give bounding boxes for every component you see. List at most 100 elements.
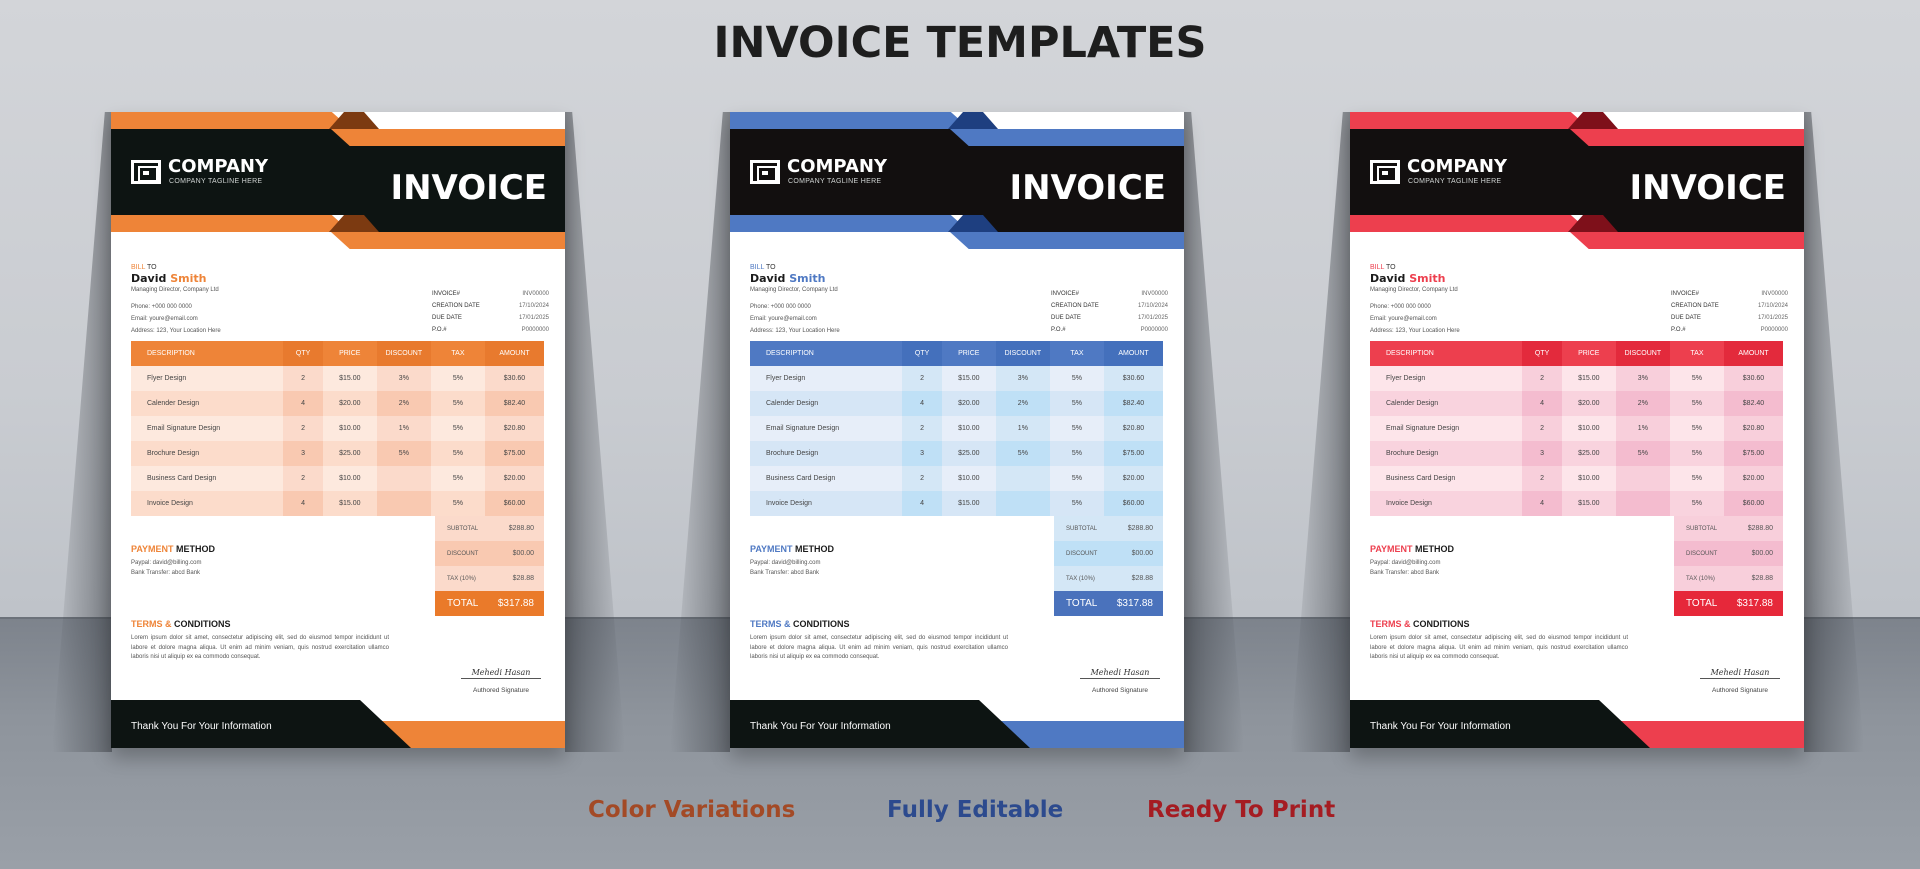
table-cell: $25.00	[322, 441, 377, 466]
table-cell: $30.60	[1723, 366, 1783, 391]
company-logo-icon	[750, 160, 780, 184]
table-cell: $10.00	[1561, 416, 1616, 441]
table-cell	[995, 491, 1050, 516]
client-contact: Phone: +000 000 0000 Email: youre@email.…	[1370, 301, 1460, 337]
table-cell: Calender Design	[1370, 391, 1523, 416]
footer-text: Thank You For Your Information	[750, 721, 891, 732]
totals-value: $28.88	[1751, 575, 1773, 582]
totals-row: TAX (10%) $28.88	[1674, 566, 1783, 591]
payment-info: Paypal: david@billing.com Bank Transfer:…	[750, 558, 820, 578]
invoice-card-blue: COMPANY COMPANY TAGLINE HERE INVOICE BIL…	[730, 112, 1184, 748]
table-cell: $60.00	[1103, 491, 1163, 516]
table-cell: Flyer Design	[131, 366, 284, 391]
table-cell: 5%	[1049, 366, 1104, 391]
header-accent-stripe	[1570, 232, 1804, 249]
payment-bank: Bank Transfer: abcd Bank	[1370, 570, 1440, 576]
meta-value: 17/10/2024	[518, 303, 549, 309]
table-row: Email Signature Design 2 $10.00 1% 5% $20.80	[131, 416, 544, 441]
signature-scribble: Mehedi Hasan	[461, 668, 541, 679]
column-header: PRICE	[1561, 341, 1616, 366]
meta-row: P.O.# P0000000	[1671, 324, 1788, 336]
terms-text: Lorem ipsum dolor sit amet, consectetur …	[750, 635, 1008, 660]
meta-value: INV00000	[1141, 291, 1168, 297]
table-cell: Calender Design	[131, 391, 284, 416]
table-cell: 5%	[1049, 466, 1104, 491]
totals-row: TAX (10%) $28.88	[1054, 566, 1163, 591]
totals-block: SUBTOTAL $288.80 DISCOUNT $00.00 TAX (10%) $2…	[1674, 516, 1783, 616]
totals-label: SUBTOTAL	[1066, 525, 1098, 532]
table-cell: 5%	[1049, 416, 1104, 441]
line-items-table: DESCRIPTION QTY PRICE DISCOUNT TAX AMOUNT Fly…	[131, 341, 544, 516]
client-role: Managing Director, Company Ltd	[1370, 287, 1458, 293]
totals-value: $28.88	[512, 575, 534, 582]
table-cell: $20.00	[941, 391, 996, 416]
meta-row: DUE DATE 17/01/2025	[1671, 312, 1788, 324]
tagline-fully-editable: Fully Editable	[887, 797, 1064, 823]
company-name: COMPANY	[787, 156, 887, 177]
terms-text: Lorem ipsum dolor sit amet, consectetur …	[1370, 635, 1628, 660]
meta-row: INVOICE# INV00000	[1671, 288, 1788, 300]
column-header: DISCOUNT	[376, 341, 431, 366]
paper-shadow	[1184, 112, 1244, 752]
table-row: Flyer Design 2 $15.00 3% 5% $30.60	[750, 366, 1163, 391]
meta-label: DUE DATE	[1671, 315, 1701, 321]
table-cell: $25.00	[941, 441, 996, 466]
column-header: TAX	[430, 341, 485, 366]
table-cell: Invoice Design	[131, 491, 284, 516]
totals-row: DISCOUNT $00.00	[435, 541, 544, 566]
table-cell: $30.60	[1103, 366, 1163, 391]
payment-paypal: Paypal: david@billing.com	[1370, 560, 1441, 566]
meta-value: 17/10/2024	[1757, 303, 1788, 309]
totals-value: $288.80	[1127, 525, 1153, 532]
column-header: TAX	[1669, 341, 1724, 366]
table-row: Brochure Design 3 $25.00 5% 5% $75.00	[131, 441, 544, 466]
meta-row: CREATION DATE 17/10/2024	[1671, 300, 1788, 312]
meta-row: INVOICE# INV00000	[432, 288, 549, 300]
totals-label: DISCOUNT	[1686, 550, 1718, 557]
table-cell: Calender Design	[750, 391, 903, 416]
grand-total-row: TOTAL $317.88	[1674, 591, 1783, 616]
table-cell: 4	[902, 491, 942, 516]
table-cell	[376, 491, 431, 516]
payment-info: Paypal: david@billing.com Bank Transfer:…	[131, 558, 201, 578]
payment-paypal: Paypal: david@billing.com	[131, 560, 202, 566]
table-row: Email Signature Design 2 $10.00 1% 5% $20.80	[750, 416, 1163, 441]
totals-label: SUBTOTAL	[1686, 525, 1718, 532]
meta-label: CREATION DATE	[1051, 303, 1099, 309]
totals-value: $00.00	[512, 550, 534, 557]
column-header: TAX	[1049, 341, 1104, 366]
payment-bank: Bank Transfer: abcd Bank	[131, 570, 201, 576]
grand-total-value: $317.88	[1116, 598, 1153, 609]
meta-row: INVOICE# INV00000	[1051, 288, 1168, 300]
table-cell: $20.00	[322, 391, 377, 416]
table-cell: 5%	[1049, 391, 1104, 416]
grand-total-label: TOTAL	[447, 598, 479, 609]
table-cell: 3	[902, 441, 942, 466]
header-accent-stripe	[1350, 112, 1590, 129]
table-cell: Email Signature Design	[1370, 416, 1523, 441]
table-row: Invoice Design 4 $15.00 5% $60.00	[1370, 491, 1783, 516]
table-cell: 4	[902, 391, 942, 416]
company-logo-icon	[1370, 160, 1400, 184]
client-name: David Smith	[1370, 272, 1446, 285]
paper-shadow	[52, 112, 112, 752]
meta-value: 17/01/2025	[518, 315, 549, 321]
client-role: Managing Director, Company Ltd	[750, 287, 838, 293]
column-header: AMOUNT	[1723, 341, 1783, 366]
table-cell: $82.40	[1723, 391, 1783, 416]
table-row: Calender Design 4 $20.00 2% 5% $82.40	[131, 391, 544, 416]
signature-scribble: Mehedi Hasan	[1080, 668, 1160, 679]
table-cell: $20.00	[484, 466, 544, 491]
table-row: Calender Design 4 $20.00 2% 5% $82.40	[750, 391, 1163, 416]
meta-value: INV00000	[1761, 291, 1788, 297]
table-cell: $60.00	[484, 491, 544, 516]
table-cell: $20.80	[1723, 416, 1783, 441]
table-cell: 5%	[1615, 441, 1670, 466]
table-cell: 4	[283, 491, 323, 516]
table-cell: 2	[1522, 466, 1562, 491]
table-cell: Email Signature Design	[750, 416, 903, 441]
table-row: Brochure Design 3 $25.00 5% 5% $75.00	[1370, 441, 1783, 466]
column-header: PRICE	[322, 341, 377, 366]
table-cell: 5%	[1049, 441, 1104, 466]
payment-info: Paypal: david@billing.com Bank Transfer:…	[1370, 558, 1440, 578]
